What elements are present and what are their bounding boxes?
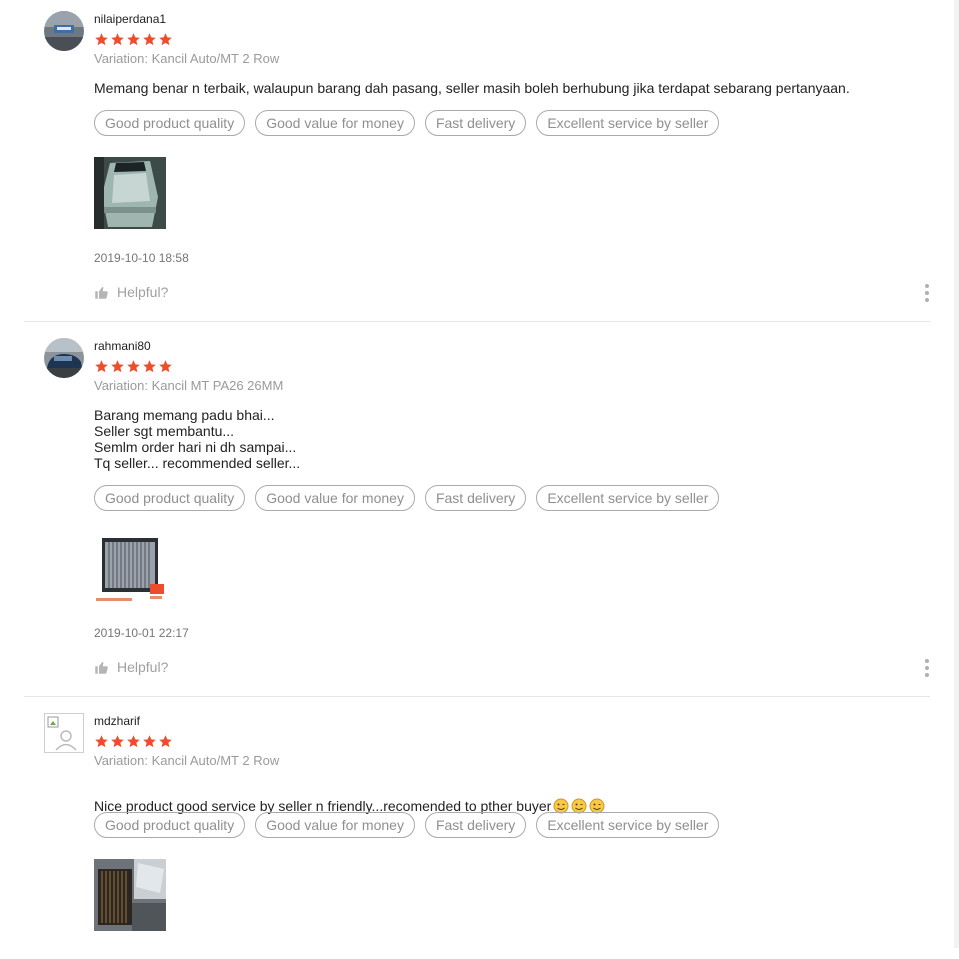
star-rating xyxy=(94,32,173,48)
variation-label: Variation: Kancil Auto/MT 2 Row xyxy=(94,753,280,768)
star-icon xyxy=(143,33,156,46)
more-options-icon[interactable] xyxy=(924,659,930,677)
star-icon xyxy=(111,33,124,46)
review-comment-line: Nice product good service by seller n fr… xyxy=(94,782,605,814)
star-icon xyxy=(143,360,156,373)
tag-good-value-for-money: Good value for money xyxy=(255,485,415,511)
avatar-photo-icon xyxy=(44,11,84,51)
avatar[interactable] xyxy=(44,338,84,378)
avatar[interactable] xyxy=(44,713,84,753)
review-comment: Barang memang padu bhai... Seller sgt me… xyxy=(94,407,301,471)
review-timestamp: 2019-10-10 18:58 xyxy=(94,251,189,265)
review-photo[interactable] xyxy=(94,859,166,931)
tag-good-value-for-money: Good value for money xyxy=(255,812,415,838)
review-tags: Good product quality Good value for mone… xyxy=(94,110,720,136)
review-divider xyxy=(24,321,930,322)
tag-good-product-quality: Good product quality xyxy=(94,110,246,136)
radiator-photo xyxy=(94,532,166,604)
star-icon xyxy=(95,735,108,748)
star-icon xyxy=(111,735,124,748)
star-icon xyxy=(159,33,172,46)
car-roof-photo xyxy=(94,157,166,229)
thumbs-up-icon xyxy=(95,661,108,674)
avatar-car-icon xyxy=(44,338,84,378)
reviewer-username[interactable]: nilaiperdana1 xyxy=(94,12,166,26)
reviewer-username[interactable]: rahmani80 xyxy=(94,339,151,353)
tag-good-product-quality: Good product quality xyxy=(94,812,246,838)
variation-label: Variation: Kancil Auto/MT 2 Row xyxy=(94,51,280,66)
tag-excellent-service: Excellent service by seller xyxy=(536,485,720,511)
star-icon xyxy=(95,33,108,46)
tag-fast-delivery: Fast delivery xyxy=(424,485,527,511)
avatar[interactable] xyxy=(44,11,84,51)
star-icon xyxy=(127,33,140,46)
more-options-icon[interactable] xyxy=(924,284,930,302)
star-rating xyxy=(94,734,173,750)
helpful-label: Helpful? xyxy=(117,659,169,675)
star-icon xyxy=(159,360,172,373)
star-icon xyxy=(159,735,172,748)
helpful-label: Helpful? xyxy=(117,284,169,300)
review-timestamp: 2019-10-01 22:17 xyxy=(94,626,189,640)
star-rating xyxy=(94,359,173,375)
thumbs-up-icon xyxy=(95,286,108,299)
review-photo[interactable] xyxy=(94,532,166,604)
review-photo[interactable] xyxy=(94,157,166,229)
star-icon xyxy=(127,735,140,748)
tag-good-value-for-money: Good value for money xyxy=(255,110,415,136)
helpful-button[interactable]: Helpful? xyxy=(94,659,168,675)
tag-excellent-service: Excellent service by seller xyxy=(536,812,720,838)
variation-label: Variation: Kancil MT PA26 26MM xyxy=(94,378,284,393)
review-tags: Good product quality Good value for mone… xyxy=(94,812,720,838)
review-comment: Memang benar n terbaik, walaupun barang … xyxy=(94,80,850,96)
star-icon xyxy=(127,360,140,373)
review-tags: Good product quality Good value for mone… xyxy=(94,485,720,511)
tag-fast-delivery: Fast delivery xyxy=(424,812,527,838)
star-icon xyxy=(111,360,124,373)
reviewer-username[interactable]: mdzharif xyxy=(94,714,140,728)
tag-excellent-service: Excellent service by seller xyxy=(536,110,720,136)
star-icon xyxy=(95,360,108,373)
tag-good-product-quality: Good product quality xyxy=(94,485,246,511)
scrollbar-track[interactable] xyxy=(954,0,959,948)
installed-radiator-photo xyxy=(94,859,166,931)
star-icon xyxy=(143,735,156,748)
review-divider xyxy=(24,696,930,697)
tag-fast-delivery: Fast delivery xyxy=(424,110,527,136)
broken-avatar-icon xyxy=(47,716,77,751)
helpful-button[interactable]: Helpful? xyxy=(94,284,168,300)
